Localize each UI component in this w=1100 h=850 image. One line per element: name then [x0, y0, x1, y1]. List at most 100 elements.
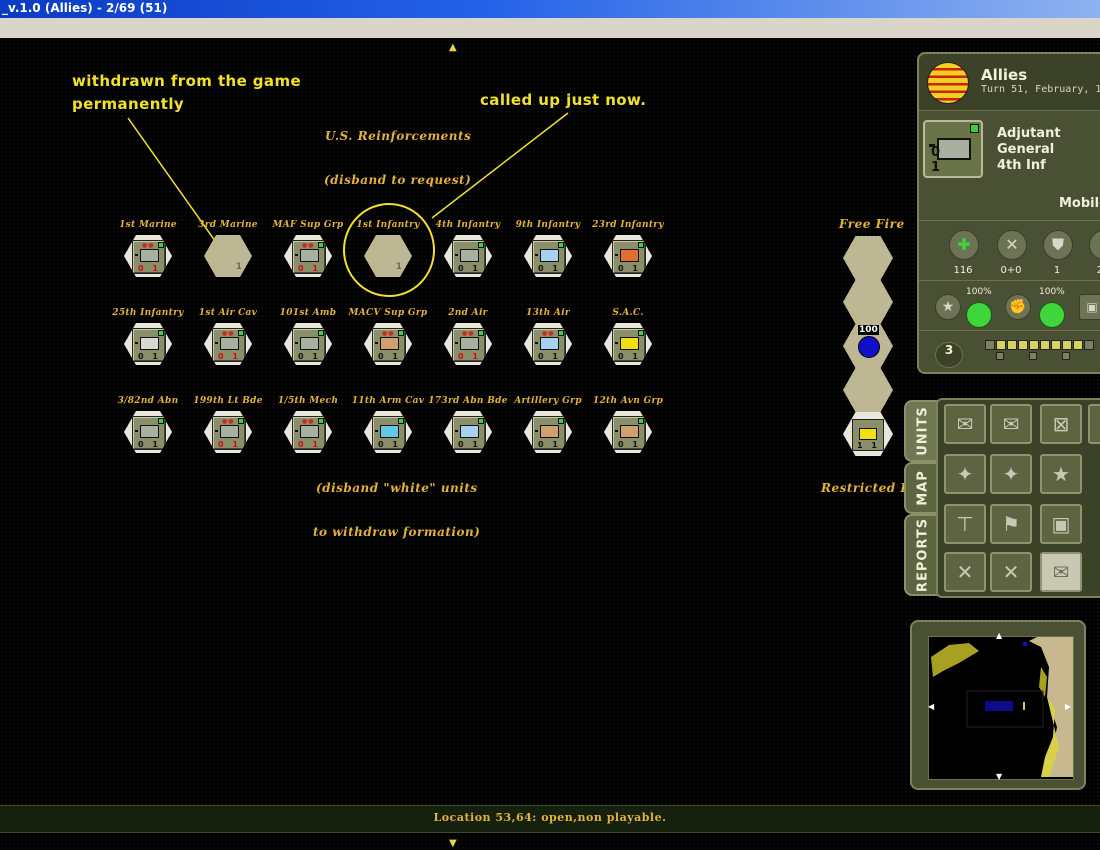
unit-ready-indicator: [318, 242, 324, 248]
unit-symbol-box: [380, 425, 399, 438]
unit-counter[interactable]: ●● 0 1: [532, 328, 566, 362]
unit-ready-indicator: [238, 418, 244, 424]
unit-label: 12th Avn Grp: [592, 396, 664, 406]
unit-strength-numbers: 0 1: [618, 440, 641, 449]
experience-indicator: [966, 302, 992, 328]
unit-tick-mark: [535, 254, 538, 256]
unit-box-icon[interactable]: ⊠: [1040, 404, 1082, 444]
partial-button-icon[interactable]: [1088, 404, 1100, 444]
unit-symbol-box: [140, 249, 159, 262]
unit-counter[interactable]: ●● 0 1: [292, 240, 326, 274]
morale-percent: 100%: [1039, 287, 1065, 297]
unit-counter[interactable]: ●● 0 1: [212, 328, 246, 362]
unit-strength-numbers: 0 1: [931, 145, 957, 175]
partial-icon[interactable]: [1089, 230, 1100, 260]
medical-cross-icon[interactable]: ✚: [949, 230, 979, 260]
minimap-up-arrow[interactable]: ▲: [996, 631, 1002, 641]
supply-icon: ▣: [1079, 294, 1100, 320]
tab-units[interactable]: UNITS: [904, 400, 940, 462]
reinforcements-subtitle: (disband to request): [324, 173, 472, 187]
selected-unit-counter[interactable]: 0 1: [923, 120, 983, 178]
shield-icon[interactable]: ⛊: [1043, 230, 1073, 260]
minimap-left-arrow[interactable]: ◀: [928, 702, 934, 712]
previous-hq-icon[interactable]: ✦: [944, 454, 986, 494]
unit-ready-indicator: [238, 330, 244, 336]
unit-symbol-box: [300, 337, 319, 350]
unit-counter[interactable]: ●● 0 1: [212, 416, 246, 450]
status-bar: Location 53,64: open,non playable.: [0, 805, 1100, 833]
tab-reports-label: REPORTS: [915, 517, 931, 593]
unit-strength-numbers: 0 1: [298, 352, 321, 361]
unit-symbol-box: [620, 337, 639, 350]
unit-symbol-box: [540, 425, 559, 438]
stat-value: 0+0: [1000, 265, 1022, 276]
unit-counter[interactable]: ●● 0 1: [292, 416, 326, 450]
selected-unit-name: Adjutant General 4th Inf: [997, 126, 1100, 174]
next-unit-icon[interactable]: ✉: [990, 404, 1032, 444]
unit-label: S.A.C.: [612, 308, 644, 318]
unit-counter[interactable]: 0 1: [612, 416, 646, 450]
unit-counter[interactable]: 0 1: [132, 416, 166, 450]
panel-divider: [919, 330, 1100, 331]
unit-counter[interactable]: 0 1: [452, 240, 486, 274]
unit-symbol-box: [380, 337, 399, 350]
unit-strength-numbers: 0 1: [618, 352, 641, 361]
unit-ready-indicator: [478, 242, 484, 248]
unit-ready-indicator: [638, 418, 644, 424]
unit-counter[interactable]: 0 1: [532, 240, 566, 274]
next-hq-icon[interactable]: ✦: [990, 454, 1032, 494]
unit-counter[interactable]: 0 1: [372, 416, 406, 450]
strength-pip: [1051, 340, 1061, 350]
unit-tick-mark: [295, 254, 298, 256]
reinforcements-footer-2: to withdraw formation): [313, 525, 481, 539]
strength-pip: [1062, 340, 1072, 350]
restricted-zone-unit[interactable]: 1 1: [852, 419, 884, 451]
unit-strength-numbers: 1 1: [857, 441, 880, 450]
hq-star-icon[interactable]: ★: [1040, 454, 1082, 494]
minimap-right-arrow[interactable]: ▶: [1065, 702, 1071, 712]
tab-map[interactable]: MAP: [904, 462, 940, 514]
unit-ready-indicator: [558, 418, 564, 424]
unit-ready-indicator: [158, 242, 164, 248]
unit-tick-mark: [615, 254, 618, 256]
unit-counter[interactable]: ●● 0 1: [452, 328, 486, 362]
unit-label: 23rd Infantry: [592, 220, 664, 230]
tab-reports[interactable]: REPORTS: [904, 514, 940, 596]
panel-divider: [919, 220, 1100, 221]
formation-tree-icon[interactable]: ⊤: [944, 504, 986, 544]
south-vietnam-flag-icon: [927, 62, 969, 104]
reinforcements-title: U.S. Reinforcements: [325, 129, 472, 143]
unit-symbol-box: [859, 428, 877, 440]
unit-counter[interactable]: 0 1: [452, 416, 486, 450]
crossed-swords-icon[interactable]: ✕: [997, 230, 1027, 260]
unit-symbol-box: [300, 249, 319, 262]
unit-counter[interactable]: 0 1: [612, 240, 646, 274]
previous-unit-icon[interactable]: ✉: [944, 404, 986, 444]
unit-tick-mark: [375, 430, 378, 432]
unit-report-icon[interactable]: ✉: [1040, 552, 1082, 592]
unit-orders-icon[interactable]: ✕: [990, 552, 1032, 592]
unit-counter[interactable]: 0 1: [132, 328, 166, 362]
fire-level-marker[interactable]: [858, 336, 880, 358]
minimap-down-arrow[interactable]: ▼: [996, 772, 1002, 782]
unit-counter[interactable]: ●● 0 1: [132, 240, 166, 274]
unit-counter[interactable]: 0 1: [292, 328, 326, 362]
fist-icon: ✊: [1005, 294, 1031, 320]
unit-ready-indicator: [158, 418, 164, 424]
strength-pip: [1018, 340, 1028, 350]
unit-ready-indicator: [478, 330, 484, 336]
formation-box-icon[interactable]: ▣: [1040, 504, 1082, 544]
unit-tick-mark: [135, 342, 138, 344]
free-fire-label: Free Fire: [839, 217, 905, 231]
unit-counter[interactable]: 0 1: [532, 416, 566, 450]
formation-flags-icon[interactable]: ⚑: [990, 504, 1032, 544]
side-tabs: UNITS MAP REPORTS: [904, 400, 940, 596]
minimap[interactable]: [928, 636, 1074, 780]
command-button-grid: ✉ ✉ ⊠ ✦ ✦ ★ ⊤ ⚑ ▣ ✕ ✕ ✉: [936, 398, 1100, 598]
unit-counter[interactable]: 0 1: [612, 328, 646, 362]
unit-strength-numbers: 0 1: [538, 440, 561, 449]
unit-counter[interactable]: ●● 0 1: [372, 328, 406, 362]
unit-tick-mark: [535, 430, 538, 432]
tab-units-label: UNITS: [915, 406, 931, 456]
disband-unit-icon[interactable]: ✕: [944, 552, 986, 592]
